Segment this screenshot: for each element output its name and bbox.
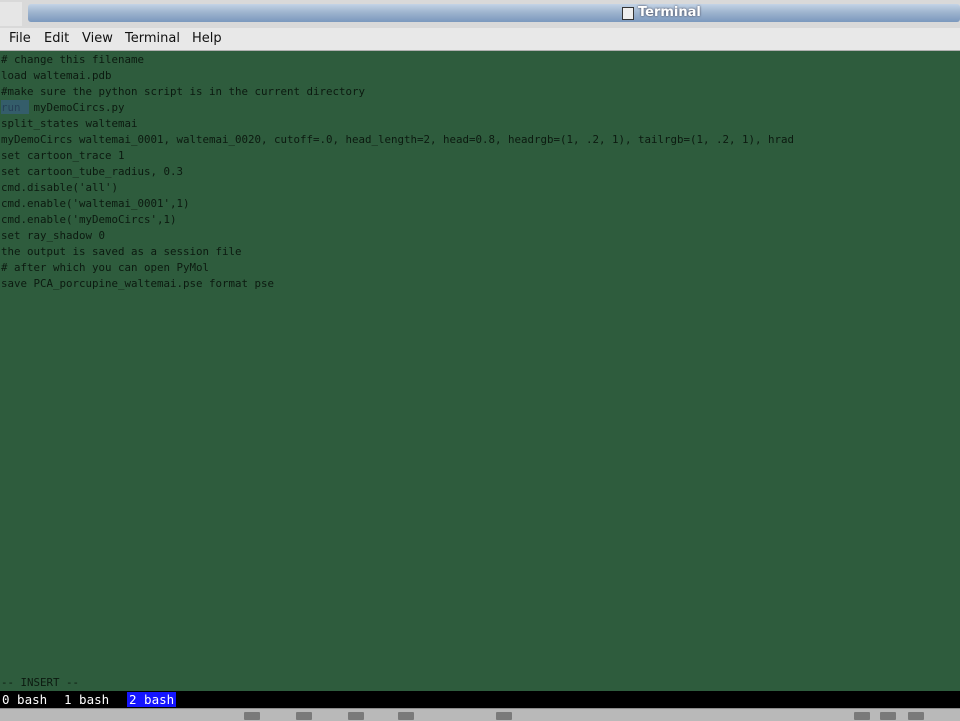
taskbar-app-icon[interactable] xyxy=(398,712,414,720)
window-titlebar[interactable]: Terminal xyxy=(0,0,960,28)
terminal-line: the output is saved as a session file xyxy=(1,245,242,258)
screen-tab-bar: 0 bash 1 bash 2 bash xyxy=(0,691,960,708)
terminal-line: # change this filename xyxy=(1,53,145,66)
terminal-icon xyxy=(622,7,634,20)
taskbar-app-icon[interactable] xyxy=(348,712,364,720)
taskbar-app-icon[interactable] xyxy=(854,712,870,720)
terminal-line: split_states waltemai xyxy=(1,117,138,130)
taskbar-app-icon[interactable] xyxy=(244,712,260,720)
terminal-line: set cartoon_tube_radius, 0.3 xyxy=(1,165,184,178)
terminal-line: #make sure the python script is in the c… xyxy=(1,85,366,98)
taskbar-app-icon[interactable] xyxy=(296,712,312,720)
taskbar-app-icon[interactable] xyxy=(880,712,896,720)
menu-file[interactable]: File xyxy=(9,31,31,46)
terminal-line: save PCA_porcupine_waltemai.pse format p… xyxy=(1,277,275,290)
menu-edit[interactable]: Edit xyxy=(44,31,69,46)
taskbar-app-icon[interactable] xyxy=(496,712,512,720)
window-title: Terminal xyxy=(638,5,701,20)
tab-0-bash[interactable]: 0 bash xyxy=(0,692,49,707)
taskbar xyxy=(0,708,960,721)
taskbar-app-icon[interactable] xyxy=(908,712,924,720)
tab-1-bash[interactable]: 1 bash xyxy=(62,692,111,707)
menu-help[interactable]: Help xyxy=(192,31,222,46)
terminal-line: cmd.enable('waltemai_0001',1) xyxy=(1,197,190,210)
terminal-line: load waltemai.pdb xyxy=(1,69,112,82)
terminal-line: set ray_shadow 0 xyxy=(1,229,106,242)
menu-terminal[interactable]: Terminal xyxy=(125,31,180,46)
menubar: File Edit View Terminal Help xyxy=(0,28,960,51)
terminal-line: set cartoon_trace 1 xyxy=(1,149,125,162)
terminal-line: cmd.disable('all') xyxy=(1,181,119,194)
terminal-line: myDemoCircs waltemai_0001, waltemai_0020… xyxy=(1,133,795,146)
titlebar-gradient xyxy=(28,4,960,22)
terminal-line: cmd.enable('myDemoCircs',1) xyxy=(1,213,177,226)
terminal-area[interactable]: # change this filename load waltemai.pdb… xyxy=(0,51,960,691)
selection-highlight xyxy=(1,100,29,114)
menu-view[interactable]: View xyxy=(82,31,113,46)
window-menu-button[interactable] xyxy=(0,2,22,26)
terminal-line: # after which you can open PyMol xyxy=(1,261,210,274)
vim-mode-indicator: -- INSERT -- xyxy=(1,676,80,689)
tab-2-bash[interactable]: 2 bash xyxy=(127,692,177,707)
